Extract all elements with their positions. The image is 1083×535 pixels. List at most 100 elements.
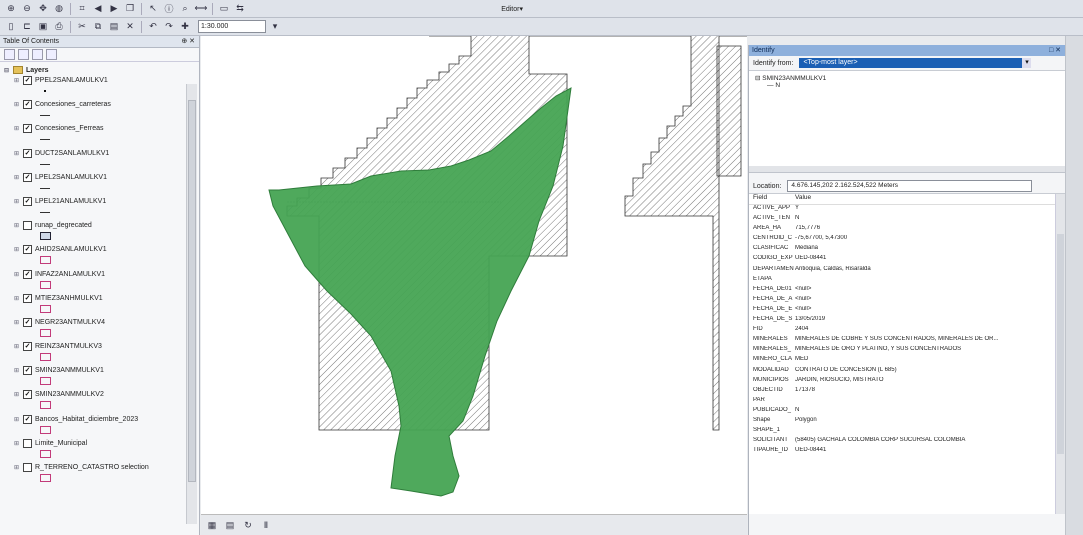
expand-icon[interactable]: ⊞ — [14, 77, 20, 84]
tree-node-feature[interactable]: — N — [755, 82, 1059, 89]
attribute-row[interactable]: SHAPE_1 — [749, 427, 1065, 437]
attribute-row[interactable]: CENTROID_C -75,67700, 5,47300 — [749, 235, 1065, 245]
copy-icon[interactable]: ⧉ — [91, 20, 105, 34]
attribute-row[interactable]: AREA_HA 715,7776 — [749, 225, 1065, 235]
attribute-row[interactable]: MUNICIPIOS JARDÍN, RIOSUCIO, MISTRATÓ — [749, 377, 1065, 387]
expand-icon[interactable]: ⊞ — [14, 367, 20, 374]
toc-layer-item[interactable]: ⊞ REINZ3ANTMULKV3 — [4, 341, 195, 365]
layer-visibility-checkbox[interactable] — [23, 414, 32, 424]
attribute-row[interactable]: ACTIVE_APP Y — [749, 205, 1065, 215]
delete-icon[interactable]: ✕ — [123, 20, 137, 34]
zoom-out-icon[interactable]: ⊖ — [20, 2, 34, 16]
expand-icon[interactable]: ⊞ — [14, 174, 20, 181]
field-column-header[interactable]: Field — [753, 194, 795, 204]
toc-scroll-thumb[interactable] — [188, 100, 196, 482]
list-by-source-icon[interactable] — [18, 49, 29, 60]
layer-visibility-checkbox[interactable] — [23, 463, 32, 472]
layer-visibility-checkbox[interactable] — [23, 196, 32, 206]
expand-icon[interactable]: ⊞ — [14, 198, 20, 205]
attribute-row[interactable]: SOLICITANT (58405) GACHALÁ COLOMBIA CORP … — [749, 437, 1065, 447]
list-by-drawing-order-icon[interactable] — [4, 49, 15, 60]
identify-from-select[interactable]: <Top-most layer> ▾ — [799, 58, 1032, 68]
expand-icon[interactable]: ⊞ — [14, 101, 20, 108]
value-column-header[interactable]: Value — [795, 194, 1065, 204]
print-icon[interactable]: ⎙ — [52, 20, 66, 34]
identify-icon[interactable]: ⓘ — [162, 2, 176, 16]
save-icon[interactable]: ▣ — [36, 20, 50, 34]
pause-draw-icon[interactable]: Ⅱ — [259, 518, 273, 532]
expand-icon[interactable]: ⊞ — [14, 222, 20, 229]
chevron-down-icon[interactable]: ▾ — [1022, 58, 1032, 68]
undo-icon[interactable]: ↶ — [146, 20, 160, 34]
layer-visibility-checkbox[interactable] — [23, 172, 32, 182]
attribute-row[interactable]: ACTIVE_TEN N — [749, 215, 1065, 225]
expand-icon[interactable]: ⊞ — [14, 319, 20, 326]
layer-visibility-checkbox[interactable] — [23, 438, 32, 448]
toc-layer-item[interactable]: ⊞ R_TERRENO_CATASTRO selection — [4, 462, 195, 486]
toc-scrollbar[interactable] — [186, 84, 197, 524]
attribute-row[interactable]: CODIGO_EXP UED-08441 — [749, 255, 1065, 265]
paste-icon[interactable]: ▤ — [107, 20, 121, 34]
tree-node-layer[interactable]: ⊟ SMIN23ANMMULKV1 — [755, 74, 1059, 82]
layer-visibility-checkbox[interactable] — [23, 317, 32, 327]
attribute-row[interactable]: FID 2404 — [749, 326, 1065, 336]
expand-icon[interactable]: ⊞ — [14, 343, 20, 350]
toc-layer-item[interactable]: ⊞ INFAZ2ANLAMULKV1 — [4, 269, 195, 293]
layer-visibility-checkbox[interactable] — [23, 148, 32, 158]
expand-icon[interactable]: ⊞ — [14, 150, 20, 157]
attribute-row[interactable]: MINERALES_ MINERALES DE ORO Y PLATINO, Y … — [749, 346, 1065, 356]
expand-icon[interactable]: ⊞ — [14, 246, 20, 253]
minimize-icon[interactable]: □ — [1049, 47, 1053, 54]
new-icon[interactable]: ▯ — [4, 20, 18, 34]
attribute-row[interactable]: FECHA_DE_A <null> — [749, 296, 1065, 306]
attributes-scrollbar[interactable] — [1055, 194, 1065, 514]
pin-icon[interactable]: ⊕ ✕ — [181, 36, 195, 47]
toc-layer-item[interactable]: ⊞ LPEL2SANLAMULKV1 — [4, 172, 195, 196]
toc-layer-item[interactable]: ⊞ Limite_Municipal — [4, 438, 195, 462]
refresh-icon[interactable]: ↻ — [241, 518, 255, 532]
toc-layer-item[interactable]: ⊞ PPEL2SANLAMULKV1 — [4, 75, 195, 99]
attribute-row[interactable]: PUBLICADO_ N — [749, 407, 1065, 417]
toc-layer-item[interactable]: ⊞ Bancos_Habitat_diciembre_2023 — [4, 414, 195, 438]
attribute-row[interactable]: PAR — [749, 397, 1065, 407]
close-icon[interactable]: ✕ — [1055, 47, 1061, 54]
list-by-visibility-icon[interactable] — [32, 49, 43, 60]
attribute-row[interactable]: MINERALES MINERALES DE COBRE Y SUS CONCEN… — [749, 336, 1065, 346]
attribute-row[interactable]: ETAPA — [749, 276, 1065, 286]
toc-layer-item[interactable]: ⊞ runap_degrecated — [4, 220, 195, 244]
layer-visibility-checkbox[interactable] — [23, 342, 32, 352]
html-popup-icon[interactable]: ▭ — [217, 2, 231, 16]
editor-menu[interactable]: Editor▾ — [501, 5, 523, 13]
toc-layer-item[interactable]: ⊞ Concesiones_carreteras — [4, 99, 195, 123]
attribute-row[interactable]: FECHA_DE_S 13/05/2019 — [749, 316, 1065, 326]
layer-visibility-checkbox[interactable] — [23, 390, 32, 400]
cut-icon[interactable]: ✂ — [75, 20, 89, 34]
layer-visibility-checkbox[interactable] — [23, 124, 32, 134]
redo-icon[interactable]: ↷ — [162, 20, 176, 34]
data-view-icon[interactable]: ▦ — [205, 518, 219, 532]
list-by-selection-icon[interactable] — [46, 49, 57, 60]
scale-dropdown-icon[interactable]: ▾ — [268, 20, 282, 34]
toc-layer-item[interactable]: ⊞ SMIN23ANMMULKV2 — [4, 389, 195, 413]
expand-icon[interactable]: ⊞ — [14, 295, 20, 302]
add-data-icon[interactable]: ✚ — [178, 20, 192, 34]
pan-icon[interactable]: ✥ — [36, 2, 50, 16]
layer-visibility-checkbox[interactable] — [23, 293, 32, 303]
hatched-strip-right[interactable] — [716, 45, 742, 177]
attribute-row[interactable]: DEPARTAMEN Antioquia, Caldas, Risaralda — [749, 266, 1065, 276]
toc-layer-item[interactable]: ⊞ LPEL21ANLAMULKV1 — [4, 196, 195, 220]
forward-icon[interactable]: ▶ — [107, 2, 121, 16]
zoom-in-icon[interactable]: ⊕ — [4, 2, 18, 16]
bookmark-icon[interactable]: ❐ — [123, 2, 137, 16]
layers-root[interactable]: ⊟ Layers — [4, 65, 195, 75]
attribute-row[interactable]: MODALIDAD CONTRATO DE CONCESIÓN (L 685) — [749, 367, 1065, 377]
map-view[interactable] — [201, 36, 747, 522]
expand-icon[interactable]: ⊞ — [14, 391, 20, 398]
scale-combobox[interactable]: 1:30.000 — [198, 20, 266, 33]
expand-icon[interactable]: ⊞ — [14, 271, 20, 278]
expand-icon[interactable]: ⊞ — [14, 416, 20, 423]
attribute-row[interactable]: OBJECTID 171378 — [749, 387, 1065, 397]
layer-visibility-checkbox[interactable] — [23, 76, 32, 85]
toc-layer-item[interactable]: ⊞ SMIN23ANMMULKV1 — [4, 365, 195, 389]
attribute-row[interactable]: MINERO_CLA MED — [749, 356, 1065, 366]
